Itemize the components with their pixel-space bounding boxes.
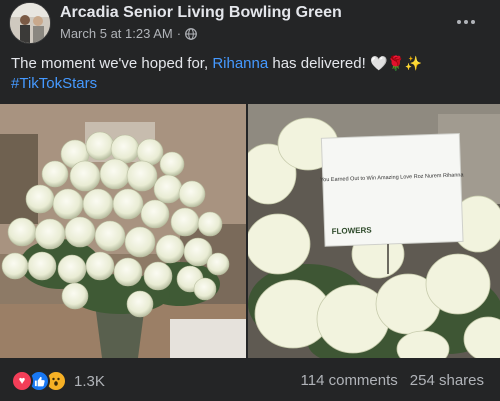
engagement-counts: 114 comments 254 shares — [301, 372, 484, 389]
reactions-summary[interactable]: ♥ 1.3K — [11, 370, 105, 392]
roses-bouquet-photo[interactable] — [0, 104, 246, 358]
globe-icon — [185, 27, 197, 40]
photo-grid: You Earned Out to Win Amazing Love Roz N… — [0, 104, 500, 358]
more-options-icon[interactable] — [454, 12, 478, 32]
page-name[interactable]: Arcadia Senior Living Bowling Green — [60, 4, 342, 22]
post-meta: March 5 at 1:23 AM · — [60, 26, 197, 41]
post-timestamp[interactable]: March 5 at 1:23 AM — [60, 26, 173, 41]
florist-label: FLOWERS — [331, 226, 372, 236]
reaction-count: 1.3K — [74, 372, 105, 390]
engagement-bar: ♥ 1.3K 114 comments 254 shares — [0, 362, 500, 398]
caption-text-after: has delivered! — [268, 55, 370, 72]
shares-count-link[interactable]: 254 shares — [410, 372, 484, 389]
mention-link[interactable]: Rihanna — [212, 55, 268, 72]
caption-emojis: 🤍🌹✨ — [369, 55, 423, 71]
post-header: Arcadia Senior Living Bowling Green Marc… — [0, 0, 500, 50]
post-caption: The moment we've hoped for, Rihanna has … — [11, 53, 491, 94]
caption-text-before: The moment we've hoped for, — [11, 55, 213, 72]
meta-separator: · — [176, 26, 182, 41]
roses-card-photo[interactable]: You Earned Out to Win Amazing Love Roz N… — [248, 104, 500, 358]
hashtag-link[interactable]: #TikTokStars — [11, 75, 97, 92]
comments-count-link[interactable]: 114 comments — [301, 372, 398, 389]
page-avatar[interactable] — [9, 2, 51, 44]
love-reaction-icon: ♥ — [11, 370, 33, 392]
